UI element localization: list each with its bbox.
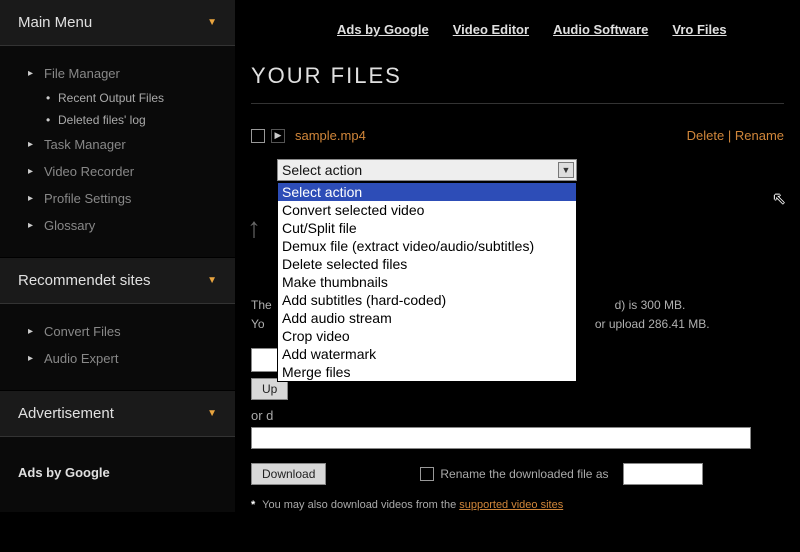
rename-checkbox[interactable] xyxy=(420,467,434,481)
option-crop-video[interactable]: Crop video xyxy=(278,327,576,345)
collapse-icon: ▼ xyxy=(207,17,217,28)
play-icon[interactable]: ▶ xyxy=(271,129,285,143)
sidebar-item-convert-files[interactable]: Convert Files xyxy=(0,318,235,345)
advertisement-header[interactable]: Advertisement ▼ xyxy=(0,391,235,437)
recommended-header[interactable]: Recommendet sites ▼ xyxy=(0,258,235,304)
arrow-up-icon: ↑ xyxy=(247,212,261,244)
file-checkbox[interactable] xyxy=(251,129,265,143)
asterisk-icon: * xyxy=(251,499,255,511)
link-audio-software[interactable]: Audio Software xyxy=(553,22,648,37)
recommended-title: Recommendet sites xyxy=(18,272,151,289)
action-select[interactable]: Select action ▼ xyxy=(277,159,577,181)
main-menu-title: Main Menu xyxy=(18,14,92,31)
option-delete-files[interactable]: Delete selected files xyxy=(278,255,576,273)
divider xyxy=(251,103,784,104)
download-button[interactable]: Download xyxy=(251,463,326,485)
sidebar-item-task-manager[interactable]: Task Manager xyxy=(0,131,235,158)
collapse-icon: ▼ xyxy=(207,408,217,419)
main-menu-header[interactable]: Main Menu ▼ xyxy=(0,0,235,46)
collapse-icon: ▼ xyxy=(207,275,217,286)
info-line1-suffix: d) is 300 MB. xyxy=(615,298,686,312)
cursor-icon: ↖ xyxy=(773,189,786,209)
dropdown-icon[interactable]: ▼ xyxy=(558,162,574,178)
footnote-text: You may also download videos from the xyxy=(262,499,459,511)
link-ads-by-google[interactable]: Ads by Google xyxy=(337,22,429,37)
advertisement-title: Advertisement xyxy=(18,405,114,422)
sidebar-item-audio-expert[interactable]: Audio Expert xyxy=(0,345,235,372)
sidebar-item-file-manager[interactable]: File Manager xyxy=(0,60,235,87)
option-convert-video[interactable]: Convert selected video xyxy=(278,201,576,219)
rename-input[interactable] xyxy=(623,463,703,485)
option-merge-files[interactable]: Merge files xyxy=(278,363,576,381)
or-download-label: or d xyxy=(251,408,273,423)
url-input[interactable] xyxy=(251,427,751,449)
option-cut-split[interactable]: Cut/Split file xyxy=(278,219,576,237)
option-add-subtitles[interactable]: Add subtitles (hard-coded) xyxy=(278,291,576,309)
sidebar-item-video-recorder[interactable]: Video Recorder xyxy=(0,158,235,185)
option-add-watermark[interactable]: Add watermark xyxy=(278,345,576,363)
sidebar-item-profile-settings[interactable]: Profile Settings xyxy=(0,185,235,212)
rename-checkbox-label: Rename the downloaded file as xyxy=(440,467,608,481)
option-demux[interactable]: Demux file (extract video/audio/subtitle… xyxy=(278,237,576,255)
page-title: YOUR FILES xyxy=(251,63,784,89)
rename-link[interactable]: Rename xyxy=(735,128,784,143)
sidebar-sub-recent-output[interactable]: Recent Output Files xyxy=(0,87,235,109)
ads-by-google-label: Ads by Google xyxy=(0,451,235,494)
option-make-thumbnails[interactable]: Make thumbnails xyxy=(278,273,576,291)
link-video-editor[interactable]: Video Editor xyxy=(453,22,529,37)
sidebar-sub-deleted-log[interactable]: Deleted files' log xyxy=(0,109,235,131)
select-value: Select action xyxy=(282,162,362,178)
info-line2-prefix: Yo xyxy=(251,317,265,331)
action-dropdown: Select action Convert selected video Cut… xyxy=(277,182,577,382)
delete-link[interactable]: Delete xyxy=(687,128,725,143)
option-add-audio[interactable]: Add audio stream xyxy=(278,309,576,327)
option-select-action[interactable]: Select action xyxy=(278,183,576,201)
link-vro-files[interactable]: Vro Files xyxy=(672,22,726,37)
info-line2-suffix: or upload 286.41 MB. xyxy=(595,317,710,331)
sidebar-item-glossary[interactable]: Glossary xyxy=(0,212,235,239)
supported-sites-link[interactable]: supported video sites xyxy=(459,499,563,511)
file-name[interactable]: sample.mp4 xyxy=(295,128,366,143)
